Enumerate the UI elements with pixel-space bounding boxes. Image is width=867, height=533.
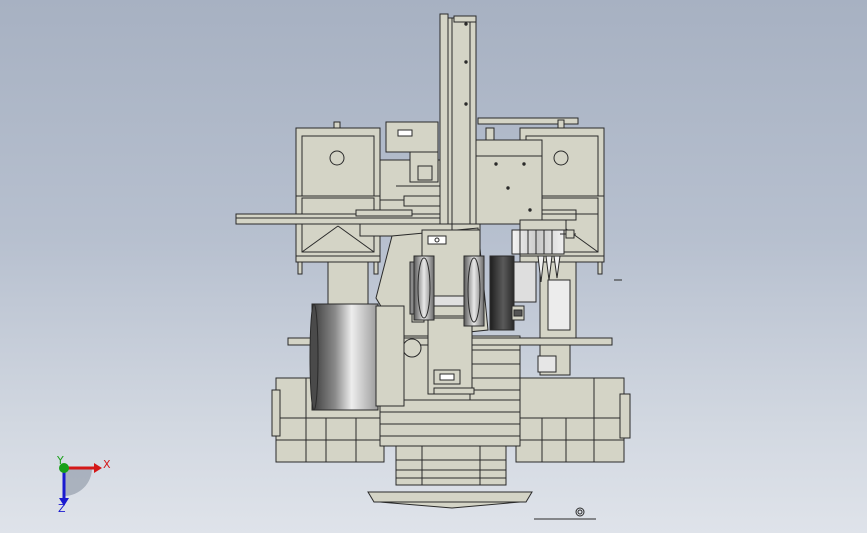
motor-drum [309,303,405,411]
left-cabinet [295,121,381,275]
z-axis-label: Z [58,502,66,515]
triad-sector [64,468,92,496]
pulley-left [409,255,435,321]
cad-assembly-model[interactable] [0,0,867,533]
graphics-viewport[interactable]: X Y Z [0,0,867,533]
base-plate [367,491,596,520]
black-roller [489,255,537,331]
right-crawler-track [515,377,631,463]
lower-base [395,442,507,486]
vertical-mast [439,13,477,225]
spindle-housing [475,127,543,225]
y-axis-label: Y [57,454,64,467]
x-axis-label: X [103,458,111,471]
